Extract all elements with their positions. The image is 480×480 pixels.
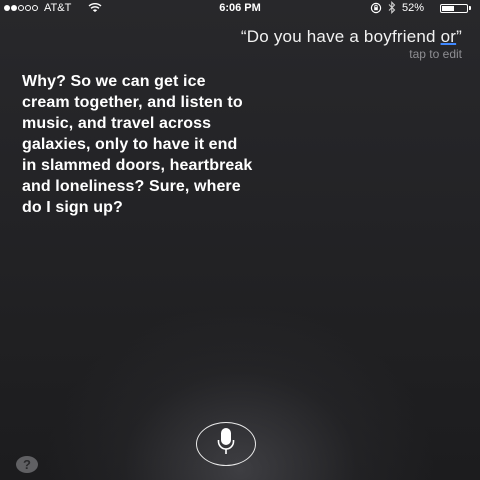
battery-icon — [440, 4, 468, 13]
siri-screen: AT&T 6:06 PM 52% “Do you have a boyfrien… — [0, 0, 480, 480]
bluetooth-icon — [388, 0, 396, 19]
microphone-button[interactable] — [196, 422, 256, 466]
query-underlined-word: or — [440, 27, 457, 46]
query-text: “Do you have a boyfriend — [240, 27, 441, 46]
query-closing-quote: ” — [456, 27, 462, 46]
microphone-icon — [217, 427, 235, 462]
help-button[interactable]: ? — [16, 456, 38, 473]
battery-tip — [469, 6, 471, 10]
battery-percentage: 52% — [402, 2, 425, 14]
rotation-lock-icon — [370, 2, 382, 19]
battery-level-fill — [442, 6, 454, 11]
status-bar: AT&T 6:06 PM 52% — [0, 0, 480, 16]
siri-query[interactable]: “Do you have a boyfriend or” — [241, 27, 462, 47]
siri-response: Why? So we can get ice cream together, a… — [22, 73, 253, 216]
tap-to-edit-label[interactable]: tap to edit — [409, 47, 462, 61]
